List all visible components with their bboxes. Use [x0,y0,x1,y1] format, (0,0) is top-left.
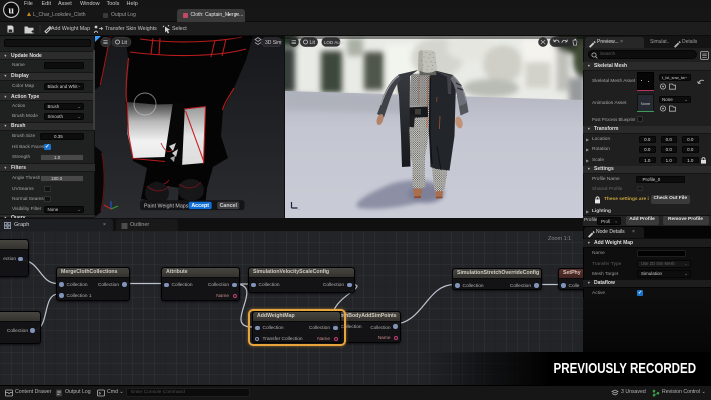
svg-text:Cancel: Cancel [220,203,238,209]
svg-text:Lit: Lit [310,40,316,46]
svg-text:Paint Weight Maps: Paint Weight Maps [144,203,189,209]
svg-text:u: u [8,5,14,16]
svg-text:Lit: Lit [122,40,128,46]
svg-text:..: .. [298,206,300,211]
svg-text:3D Sim: 3D Sim [265,40,281,46]
svg-text:LOD Auto: LOD Auto [324,40,344,45]
svg-text:Accept: Accept [191,203,209,209]
